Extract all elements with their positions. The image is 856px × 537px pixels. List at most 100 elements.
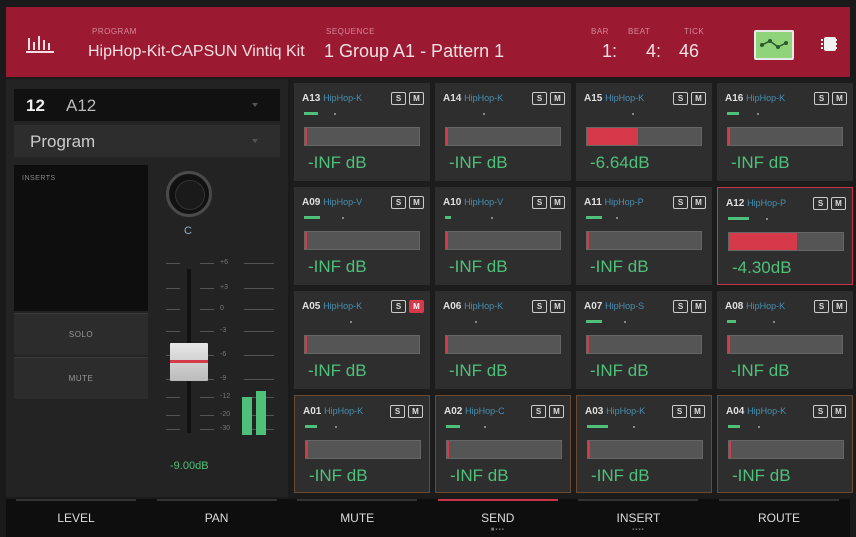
pad-level-bar[interactable] xyxy=(586,335,702,354)
pad-mute-button[interactable]: M xyxy=(409,300,424,313)
pad-level-bar[interactable] xyxy=(446,440,562,459)
automation-icon[interactable] xyxy=(754,30,794,60)
pad-a09[interactable]: A09 HipHop-V S M -INF dB xyxy=(294,187,430,285)
pad-mute-button[interactable]: M xyxy=(550,196,565,209)
tab-mute[interactable]: MUTE xyxy=(287,499,427,537)
pad-a01[interactable]: A01 HipHop-K S M -INF dB xyxy=(294,395,430,493)
pad-solo-button[interactable]: S xyxy=(391,196,406,209)
pan-knob[interactable] xyxy=(166,171,212,217)
pad-mute-button[interactable]: M xyxy=(832,92,847,105)
pad-a15[interactable]: A15 HipHop-K S M -6.64dB xyxy=(576,83,712,181)
pad-mute-button[interactable]: M xyxy=(691,196,706,209)
pad-level-bar[interactable] xyxy=(445,231,561,250)
scale-tick xyxy=(166,288,180,289)
tab-send[interactable]: SEND ■▪▪▪ xyxy=(428,499,568,537)
pad-solo-button[interactable]: S xyxy=(673,300,688,313)
pad-solo-button[interactable]: S xyxy=(532,92,547,105)
pad-mini-dot xyxy=(475,321,477,323)
pad-mute-button[interactable]: M xyxy=(550,300,565,313)
sequence-name[interactable]: 1 Group A1 - Pattern 1 xyxy=(324,41,504,62)
pad-mute-button[interactable]: M xyxy=(690,405,705,418)
pad-solo-button[interactable]: S xyxy=(814,92,829,105)
pad-mute-button[interactable]: M xyxy=(691,92,706,105)
pad-grid: A13 HipHop-K S M -INF dB A14 HipHop-K S … xyxy=(290,79,853,497)
pad-level-bar[interactable] xyxy=(445,335,561,354)
pad-id: A01 xyxy=(303,406,322,417)
volume-fader[interactable] xyxy=(170,343,208,381)
pad-level-bar[interactable] xyxy=(304,231,420,250)
program-name[interactable]: HipHop-Kit-CAPSUN Vintiq Kit xyxy=(88,43,305,61)
pad-name: A12 xyxy=(66,96,97,115)
pad-solo-button[interactable]: S xyxy=(390,405,405,418)
channel-type-selector[interactable]: Program xyxy=(14,125,280,157)
pad-solo-button[interactable]: S xyxy=(672,405,687,418)
pad-db-value: -INF dB xyxy=(309,466,368,485)
pad-level-bar[interactable] xyxy=(586,127,702,146)
scale-tick xyxy=(166,331,180,332)
mixer-menu-icon[interactable] xyxy=(26,34,56,54)
pad-level-bar[interactable] xyxy=(727,127,843,146)
program-label: PROGRAM xyxy=(92,27,137,36)
channel-type-label: Program xyxy=(30,132,96,151)
scale-label: -20 xyxy=(220,411,231,418)
pad-a14[interactable]: A14 HipHop-K S M -INF dB xyxy=(435,83,571,181)
pad-mini-dot xyxy=(624,321,626,323)
pad-mute-button[interactable]: M xyxy=(832,300,847,313)
pad-level-bar[interactable] xyxy=(304,335,420,354)
pad-level-bar[interactable] xyxy=(445,127,561,146)
pad-a12[interactable]: A12 HipHop-P S M -4.30dB xyxy=(717,187,853,285)
tab-insert[interactable]: INSERT ▪▪▪▪ xyxy=(568,499,708,537)
pad-selector[interactable]: 12 A12 xyxy=(14,89,280,121)
pad-solo-button[interactable]: S xyxy=(532,196,547,209)
pad-level-bar[interactable] xyxy=(728,440,844,459)
pad-solo-button[interactable]: S xyxy=(814,300,829,313)
pad-level-bar[interactable] xyxy=(305,440,421,459)
pad-program: HipHop-K xyxy=(747,406,787,416)
pad-a06[interactable]: A06 HipHop-K S M -INF dB xyxy=(435,291,571,389)
pad-solo-button[interactable]: S xyxy=(531,405,546,418)
pad-solo-button[interactable]: S xyxy=(391,92,406,105)
pad-mute-button[interactable]: M xyxy=(550,92,565,105)
tick-value: 46 xyxy=(679,41,700,61)
pad-level-bar[interactable] xyxy=(728,232,844,251)
pad-a08[interactable]: A08 HipHop-K S M -INF dB xyxy=(717,291,853,389)
pad-level-bar[interactable] xyxy=(727,335,843,354)
pad-solo-button[interactable]: S xyxy=(673,92,688,105)
pad-a11[interactable]: A11 HipHop-P S M -INF dB xyxy=(576,187,712,285)
pad-solo-button[interactable]: S xyxy=(673,196,688,209)
pad-title: A07 HipHop-S xyxy=(584,301,644,312)
pad-program: HipHop-K xyxy=(323,93,363,103)
pad-a13[interactable]: A13 HipHop-K S M -INF dB xyxy=(294,83,430,181)
pad-program: HipHop-K xyxy=(606,406,646,416)
cpu-chip-icon[interactable] xyxy=(821,37,837,51)
pad-solo-button[interactable]: S xyxy=(813,405,828,418)
tab-level[interactable]: LEVEL xyxy=(6,499,146,537)
inserts-panel[interactable]: INSERTS xyxy=(14,165,148,311)
pad-a16[interactable]: A16 HipHop-K S M -INF dB xyxy=(717,83,853,181)
pad-level-bar[interactable] xyxy=(304,127,420,146)
pad-mute-button[interactable]: M xyxy=(831,405,846,418)
pad-a03[interactable]: A03 HipHop-K S M -INF dB xyxy=(576,395,712,493)
pad-level-bar[interactable] xyxy=(587,440,703,459)
pad-mute-button[interactable]: M xyxy=(831,197,846,210)
mute-button[interactable]: MUTE xyxy=(14,357,148,399)
pad-mute-button[interactable]: M xyxy=(409,92,424,105)
tab-route[interactable]: ROUTE xyxy=(709,499,849,537)
pad-mute-button[interactable]: M xyxy=(691,300,706,313)
pad-solo-button[interactable]: S xyxy=(532,300,547,313)
pad-level-mark xyxy=(588,441,590,458)
pad-a02[interactable]: A02 HipHop-C S M -INF dB xyxy=(435,395,571,493)
pad-mute-button[interactable]: M xyxy=(408,405,423,418)
pad-a07[interactable]: A07 HipHop-S S M -INF dB xyxy=(576,291,712,389)
pad-a10[interactable]: A10 HipHop-V S M -INF dB xyxy=(435,187,571,285)
pad-level-bar[interactable] xyxy=(586,231,702,250)
pad-mute-button[interactable]: M xyxy=(549,405,564,418)
pad-mute-button[interactable]: M xyxy=(409,196,424,209)
pad-solo-button[interactable]: S xyxy=(813,197,828,210)
beat-value: 4: xyxy=(646,41,662,61)
solo-button[interactable]: SOLO xyxy=(14,313,148,355)
pad-a05[interactable]: A05 HipHop-K S M -INF dB xyxy=(294,291,430,389)
pad-a04[interactable]: A04 HipHop-K S M -INF dB xyxy=(717,395,853,493)
pad-solo-button[interactable]: S xyxy=(391,300,406,313)
tab-pan[interactable]: PAN xyxy=(147,499,287,537)
